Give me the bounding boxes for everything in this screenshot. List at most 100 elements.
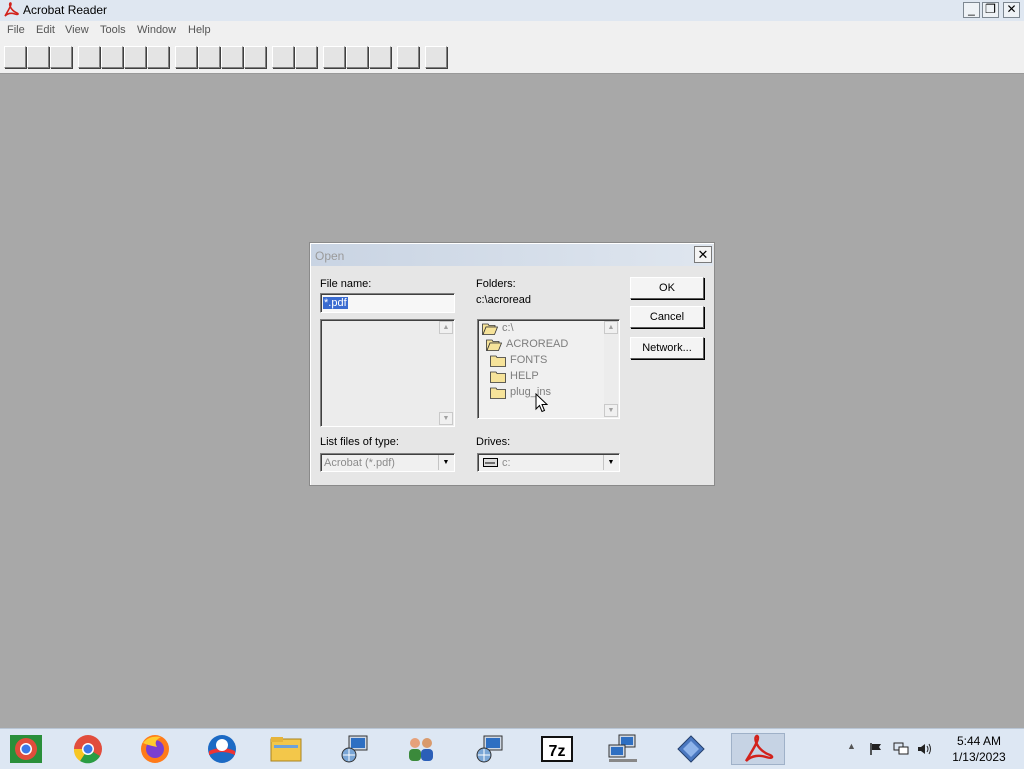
dialog-close-button[interactable]: ✕: [694, 246, 712, 263]
taskbar: 7z ▲ 5:44 AM 1/13/2023: [0, 728, 1024, 769]
taskbar-app[interactable]: [605, 733, 641, 765]
folder-list[interactable]: c:\ ACROREAD FONTS HELP plug_ins ▲ ▼: [477, 319, 620, 419]
scroll-down-icon[interactable]: ▼: [604, 404, 618, 417]
file-explorer-icon: [270, 737, 302, 762]
close-button[interactable]: ✕: [1003, 2, 1020, 18]
file-name-input[interactable]: *.pdf: [320, 293, 455, 313]
toolbar-button[interactable]: [78, 46, 100, 68]
opera-icon: [208, 735, 236, 763]
file-type-select[interactable]: Acrobat (*.pdf) ▼: [320, 453, 455, 472]
toolbar-button[interactable]: [425, 46, 447, 68]
menu-bar: File Edit View Tools Window Help: [0, 21, 1024, 41]
maximize-button[interactable]: ❐: [982, 2, 999, 18]
folder-item[interactable]: HELP: [490, 369, 600, 384]
file-type-value: Acrobat (*.pdf): [324, 457, 395, 469]
scroll-down-icon[interactable]: ▼: [439, 412, 453, 425]
flag-icon[interactable]: [869, 742, 883, 756]
folder-label: c:\: [502, 322, 514, 334]
network-button[interactable]: Network...: [630, 337, 704, 359]
folder-list-scrollbar[interactable]: ▲ ▼: [604, 321, 618, 417]
dialog-title-bar: Open ✕: [311, 244, 713, 266]
firefox-icon: [141, 735, 169, 763]
menu-window[interactable]: Window: [137, 24, 176, 36]
menu-edit[interactable]: Edit: [36, 24, 55, 36]
folder-label: FONTS: [510, 354, 548, 366]
network-setup-icon: [341, 735, 368, 763]
file-name-value: *.pdf: [323, 297, 348, 309]
file-list-scrollbar[interactable]: ▲ ▼: [439, 321, 453, 425]
taskbar-app[interactable]: [403, 733, 439, 765]
taskbar-app[interactable]: [673, 733, 709, 765]
toolbar: [0, 41, 1024, 74]
scroll-up-icon[interactable]: ▲: [604, 321, 618, 334]
speaker-icon[interactable]: [917, 742, 933, 756]
window-title: Acrobat Reader: [23, 3, 108, 17]
toolbar-button[interactable]: [27, 46, 49, 68]
menu-tools[interactable]: Tools: [100, 24, 126, 36]
toolbar-button[interactable]: [272, 46, 294, 68]
toolbar-button[interactable]: [244, 46, 266, 68]
menu-help[interactable]: Help: [188, 24, 211, 36]
taskbar-app[interactable]: [472, 733, 508, 765]
toolbar-button[interactable]: [175, 46, 197, 68]
taskbar-app[interactable]: [8, 733, 44, 765]
folder-icon: [490, 387, 506, 399]
toolbar-button[interactable]: [221, 46, 243, 68]
drive-select[interactable]: c: ▼: [477, 453, 620, 472]
taskbar-app[interactable]: [70, 733, 106, 765]
toolbar-button[interactable]: [346, 46, 368, 68]
svg-text:7z: 7z: [549, 743, 566, 760]
folder-label: ACROREAD: [506, 338, 569, 350]
taskbar-app-active[interactable]: [731, 733, 785, 765]
taskbar-app[interactable]: [204, 733, 240, 765]
7zip-icon: 7z: [541, 736, 573, 762]
scroll-up-icon[interactable]: ▲: [439, 321, 453, 334]
folder-item[interactable]: c:\: [482, 321, 592, 336]
ok-button[interactable]: OK: [630, 277, 704, 299]
clock-date: 1/13/2023: [952, 750, 1006, 764]
toolbar-button[interactable]: [101, 46, 123, 68]
network-setup-icon: [476, 735, 503, 763]
folder-icon: [490, 371, 506, 383]
minimize-button[interactable]: _: [963, 2, 980, 18]
network-icon[interactable]: [893, 742, 909, 756]
toolbar-button[interactable]: [124, 46, 146, 68]
toolbar-button[interactable]: [147, 46, 169, 68]
chevron-down-icon[interactable]: ▼: [438, 455, 453, 470]
toolbar-button[interactable]: [50, 46, 72, 68]
clock[interactable]: 5:44 AM 1/13/2023: [944, 733, 1014, 765]
show-hidden-icons-icon[interactable]: ▲: [847, 741, 856, 751]
taskbar-app[interactable]: 7z: [539, 733, 575, 765]
current-path: c:\acroread: [476, 294, 532, 306]
taskbar-app[interactable]: [337, 733, 373, 765]
cancel-button[interactable]: Cancel: [630, 306, 704, 328]
drive-value: c:: [502, 457, 511, 469]
folders-label: Folders:: [476, 278, 516, 290]
clock-time: 5:44 AM: [956, 734, 1002, 748]
toolbar-button[interactable]: [397, 46, 419, 68]
title-bar: Acrobat Reader _ ❐ ✕: [0, 0, 1024, 22]
toolbar-button[interactable]: [4, 46, 26, 68]
computer-network-icon: [608, 734, 637, 762]
folder-item[interactable]: FONTS: [490, 353, 600, 368]
list-type-label: List files of type:: [320, 436, 399, 448]
toolbar-button[interactable]: [323, 46, 345, 68]
file-list[interactable]: ▲ ▼: [320, 319, 455, 427]
users-icon: [409, 738, 433, 761]
toolbar-button[interactable]: [198, 46, 220, 68]
taskbar-app[interactable]: [137, 733, 173, 765]
menu-file[interactable]: File: [7, 24, 25, 36]
acrobat-icon: [744, 734, 774, 762]
open-folder-icon: [486, 339, 502, 351]
dialog-title: Open: [315, 249, 345, 263]
diamond-app-icon: [677, 735, 705, 763]
menu-view[interactable]: View: [65, 24, 89, 36]
taskbar-app[interactable]: [268, 733, 304, 765]
chevron-down-icon[interactable]: ▼: [603, 455, 618, 470]
folder-label: HELP: [510, 370, 539, 382]
drives-label: Drives:: [476, 436, 511, 448]
folder-icon: [490, 355, 506, 367]
toolbar-button[interactable]: [369, 46, 391, 68]
folder-item[interactable]: ACROREAD: [486, 337, 596, 352]
toolbar-button[interactable]: [295, 46, 317, 68]
